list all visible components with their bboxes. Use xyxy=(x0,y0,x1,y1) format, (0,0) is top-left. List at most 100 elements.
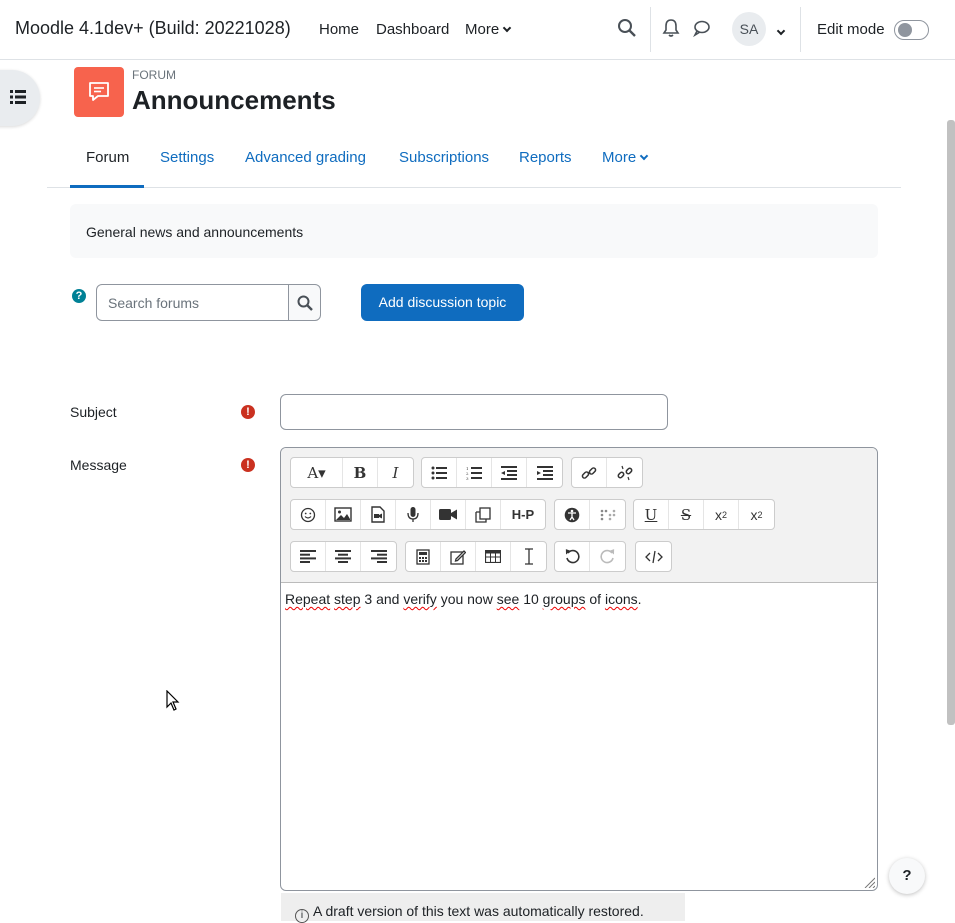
nav-home[interactable]: Home xyxy=(319,21,359,38)
unlink-icon[interactable] xyxy=(607,458,642,487)
page-title: Announcements xyxy=(132,85,336,115)
toolbar-group-accessibility xyxy=(554,499,626,530)
forum-intro: General news and announcements xyxy=(70,204,878,258)
toolbar-group-style: A▾ B I xyxy=(290,457,414,488)
nav-more[interactable]: More xyxy=(465,21,512,38)
toolbar-group-links xyxy=(571,457,643,488)
messages-icon[interactable] xyxy=(692,18,714,40)
content-word: see xyxy=(496,591,520,607)
content-word: 3 and xyxy=(364,591,400,607)
user-avatar[interactable]: SA xyxy=(732,12,766,46)
clear-formatting-icon[interactable] xyxy=(511,542,546,571)
tab-settings[interactable]: Settings xyxy=(160,138,214,188)
emoji-icon[interactable] xyxy=(291,500,326,529)
list-icon xyxy=(10,90,26,104)
navbar-divider xyxy=(650,7,651,52)
table-icon[interactable] xyxy=(476,542,511,571)
toolbar-group-align xyxy=(290,541,397,572)
content-word: you now xyxy=(440,591,493,607)
indent-icon[interactable] xyxy=(527,458,562,487)
content-word: icons xyxy=(604,591,638,607)
content-word: . xyxy=(637,591,642,607)
resize-handle-icon[interactable] xyxy=(863,876,875,888)
tab-reports[interactable]: Reports xyxy=(519,138,572,188)
tab-forum[interactable]: Forum xyxy=(70,138,144,188)
help-footer-button[interactable]: ? xyxy=(889,858,925,894)
secondary-nav: Forum Settings Advanced grading Subscrip… xyxy=(47,138,901,188)
page-scrollbar[interactable] xyxy=(947,120,955,725)
redo-icon[interactable] xyxy=(590,542,625,571)
numbered-list-icon[interactable]: 123 xyxy=(457,458,492,487)
align-left-icon[interactable] xyxy=(291,542,326,571)
editor-content-area[interactable]: Repeat step 3 and verify you now see 10 … xyxy=(285,591,642,607)
help-icon[interactable]: ? xyxy=(72,289,86,303)
subject-label: Subject xyxy=(70,404,117,420)
content-word: verify xyxy=(403,591,437,607)
link-icon[interactable] xyxy=(572,458,607,487)
h5p-icon[interactable]: H-P xyxy=(501,500,545,529)
toolbar-group-history xyxy=(554,541,626,572)
image-icon[interactable] xyxy=(326,500,361,529)
content-word: groups xyxy=(542,591,586,607)
toggle-knob xyxy=(898,23,912,37)
nav-more-label: More xyxy=(465,21,500,38)
message-editor: A▾ B I 123 H-P U S x 2 x 2 Repeat step 3… xyxy=(280,447,878,891)
toolbar-group-lists: 123 xyxy=(421,457,563,488)
align-right-icon[interactable] xyxy=(361,542,396,571)
outdent-icon[interactable] xyxy=(492,458,527,487)
tab-more[interactable]: More xyxy=(602,138,649,188)
content-word: of xyxy=(589,591,602,607)
message-label: Message xyxy=(70,457,127,473)
subject-input[interactable] xyxy=(280,394,668,430)
search-icon[interactable] xyxy=(617,18,639,40)
add-discussion-button[interactable]: Add discussion topic xyxy=(361,284,524,321)
italic-icon[interactable]: I xyxy=(378,458,413,487)
nav-dashboard[interactable]: Dashboard xyxy=(376,21,449,38)
navbar-divider xyxy=(800,7,801,52)
toolbar-group-text-style: U S x2 x2 xyxy=(633,499,775,530)
toolbar-group-insert-other xyxy=(405,541,547,572)
site-name[interactable]: Moodle 4.1dev+ (Build: 20221028) xyxy=(15,18,291,39)
notification-bell-icon[interactable] xyxy=(661,18,683,40)
chevron-down-icon xyxy=(502,23,512,33)
tab-advanced-grading[interactable]: Advanced grading xyxy=(245,138,366,188)
required-icon: ! xyxy=(241,458,255,472)
user-menu-chevron-icon[interactable] xyxy=(773,24,786,42)
draft-restored-notice: iA draft version of this text was automa… xyxy=(281,893,685,923)
subscript-icon[interactable]: x2 xyxy=(704,500,739,529)
font-icon[interactable]: A▾ xyxy=(291,458,343,487)
strikethrough-icon[interactable]: S xyxy=(669,500,704,529)
record-audio-icon[interactable] xyxy=(396,500,431,529)
bullet-list-icon[interactable] xyxy=(422,458,457,487)
draft-notice-text: A draft version of this text was automat… xyxy=(313,903,644,919)
chevron-down-icon xyxy=(639,151,649,161)
search-icon xyxy=(297,295,313,311)
module-type-label: FORUM xyxy=(132,68,176,82)
mouse-cursor-icon xyxy=(166,690,180,711)
underline-icon[interactable]: U xyxy=(634,500,669,529)
editor-toolbar: A▾ B I 123 H-P U S x 2 x 2 xyxy=(281,448,877,583)
forum-module-icon xyxy=(74,67,124,117)
content-word: Repeat xyxy=(285,591,331,607)
content-word: step xyxy=(334,591,361,607)
media-icon[interactable] xyxy=(361,500,396,529)
character-map-icon[interactable] xyxy=(441,542,476,571)
edit-mode-label: Edit mode xyxy=(817,21,885,38)
undo-icon[interactable] xyxy=(555,542,590,571)
superscript-icon[interactable]: x2 xyxy=(739,500,774,529)
accessibility-checker-icon[interactable] xyxy=(555,500,590,529)
content-word: 10 xyxy=(523,591,539,607)
record-video-icon[interactable] xyxy=(431,500,466,529)
html-icon[interactable] xyxy=(636,542,671,571)
svg-text:3: 3 xyxy=(466,476,469,480)
equation-icon[interactable] xyxy=(406,542,441,571)
edit-mode-toggle[interactable] xyxy=(894,20,929,40)
align-center-icon[interactable] xyxy=(326,542,361,571)
search-forums-input[interactable]: Search forums xyxy=(96,284,289,321)
search-submit-button[interactable] xyxy=(288,284,321,321)
screenreader-helper-icon[interactable] xyxy=(590,500,625,529)
tab-subscriptions[interactable]: Subscriptions xyxy=(399,138,489,188)
manage-files-icon[interactable] xyxy=(466,500,501,529)
bold-icon[interactable]: B xyxy=(343,458,378,487)
course-index-toggle[interactable] xyxy=(0,70,40,126)
